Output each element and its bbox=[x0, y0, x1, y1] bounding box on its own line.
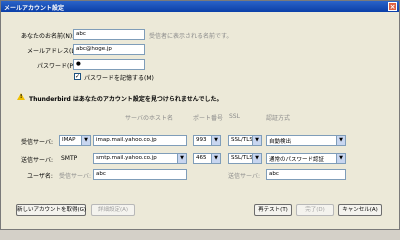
outgoing-host-value: smtp.mail.yahoo.co.jp bbox=[96, 155, 157, 161]
warning-icon-mark: ! bbox=[20, 94, 23, 100]
outgoing-label: 送信サーバ: bbox=[21, 157, 53, 164]
retest-button[interactable]: 再テスト(T) bbox=[254, 204, 292, 216]
warning-text: Thunderbird はあなたのアカウント設定を見つけられませんでした。 bbox=[29, 96, 223, 103]
outgoing-auth-value: 通常のパスワード認証 bbox=[269, 157, 325, 163]
chevron-down-icon: ▼ bbox=[211, 136, 220, 145]
chevron-down-icon: ▼ bbox=[211, 154, 220, 163]
outgoing-ssl-select[interactable]: SSL/TLS ▼ bbox=[228, 153, 262, 164]
incoming-ssl-value: SSL/TLS bbox=[231, 137, 253, 143]
outgoing-host-select[interactable]: smtp.mail.yahoo.co.jp ▼ bbox=[93, 153, 187, 164]
email-label: メールアドレス(L): bbox=[27, 48, 80, 55]
close-icon[interactable]: × bbox=[388, 2, 397, 11]
chevron-down-icon: ▼ bbox=[81, 136, 90, 145]
password-label: パスワード(P): bbox=[37, 63, 78, 70]
account-setup-window: メールアカウント設定 × あなたのお名前(N): abc 受信者に表示される名前… bbox=[0, 0, 400, 230]
remember-password-label[interactable]: パスワードを記憶する(M) bbox=[84, 73, 154, 82]
username-outgoing-label: 送信サーバ: bbox=[228, 173, 260, 180]
col-hostname: サーバのホスト名 bbox=[125, 115, 173, 122]
name-hint: 受信者に表示される名前です。 bbox=[149, 33, 233, 40]
title-bar: メールアカウント設定 × bbox=[1, 1, 399, 12]
username-outgoing-input[interactable]: abc bbox=[266, 169, 346, 180]
chevron-down-icon: ▼ bbox=[336, 154, 345, 163]
outgoing-auth-select[interactable]: 通常のパスワード認証 ▼ bbox=[266, 153, 346, 164]
chevron-down-icon: ▼ bbox=[177, 154, 186, 163]
email-input[interactable]: abc@hoge.jp bbox=[73, 44, 145, 55]
incoming-label: 受信サーバ: bbox=[21, 139, 53, 146]
remember-password-checkbox[interactable]: ✓ bbox=[74, 73, 81, 80]
incoming-host-input[interactable]: imap.mail.yahoo.co.jp bbox=[93, 135, 187, 146]
col-auth: 認証方式 bbox=[266, 115, 291, 122]
incoming-port-value: 993 bbox=[196, 137, 207, 143]
new-account-button[interactable]: 新しいアカウントを取得(G) bbox=[16, 204, 86, 216]
done-button[interactable]: 完了(D) bbox=[296, 204, 334, 216]
window-title: メールアカウント設定 bbox=[4, 5, 65, 12]
advanced-button[interactable]: 詳細設定(A) bbox=[91, 204, 135, 216]
chevron-down-icon: ▼ bbox=[252, 154, 261, 163]
name-input[interactable]: abc bbox=[73, 29, 145, 40]
incoming-protocol-value: IMAP bbox=[62, 137, 76, 143]
incoming-ssl-select[interactable]: SSL/TLS ▼ bbox=[228, 135, 262, 146]
outgoing-port-select[interactable]: 465 ▼ bbox=[193, 153, 221, 164]
outgoing-port-value: 465 bbox=[196, 155, 207, 161]
name-label: あなたのお名前(N): bbox=[21, 33, 75, 40]
incoming-auth-select[interactable]: 自動検出 ▼ bbox=[266, 135, 346, 146]
username-label: ユーザ名: bbox=[27, 173, 53, 180]
incoming-auth-value: 自動検出 bbox=[269, 139, 292, 145]
outgoing-ssl-value: SSL/TLS bbox=[231, 155, 253, 161]
col-port: ポート番号 bbox=[193, 115, 224, 122]
username-incoming-input[interactable]: abc bbox=[93, 169, 187, 180]
col-ssl: SSL bbox=[229, 113, 240, 120]
password-input[interactable]: ● bbox=[73, 59, 145, 70]
username-incoming-label: 受信サーバ: bbox=[59, 173, 91, 180]
incoming-port-select[interactable]: 993 ▼ bbox=[193, 135, 221, 146]
cancel-button[interactable]: キャンセル(A) bbox=[338, 204, 382, 216]
outgoing-protocol: SMTP bbox=[61, 155, 78, 162]
incoming-protocol-select[interactable]: IMAP ▼ bbox=[59, 135, 91, 146]
chevron-down-icon: ▼ bbox=[252, 136, 261, 145]
chevron-down-icon: ▼ bbox=[336, 136, 345, 145]
